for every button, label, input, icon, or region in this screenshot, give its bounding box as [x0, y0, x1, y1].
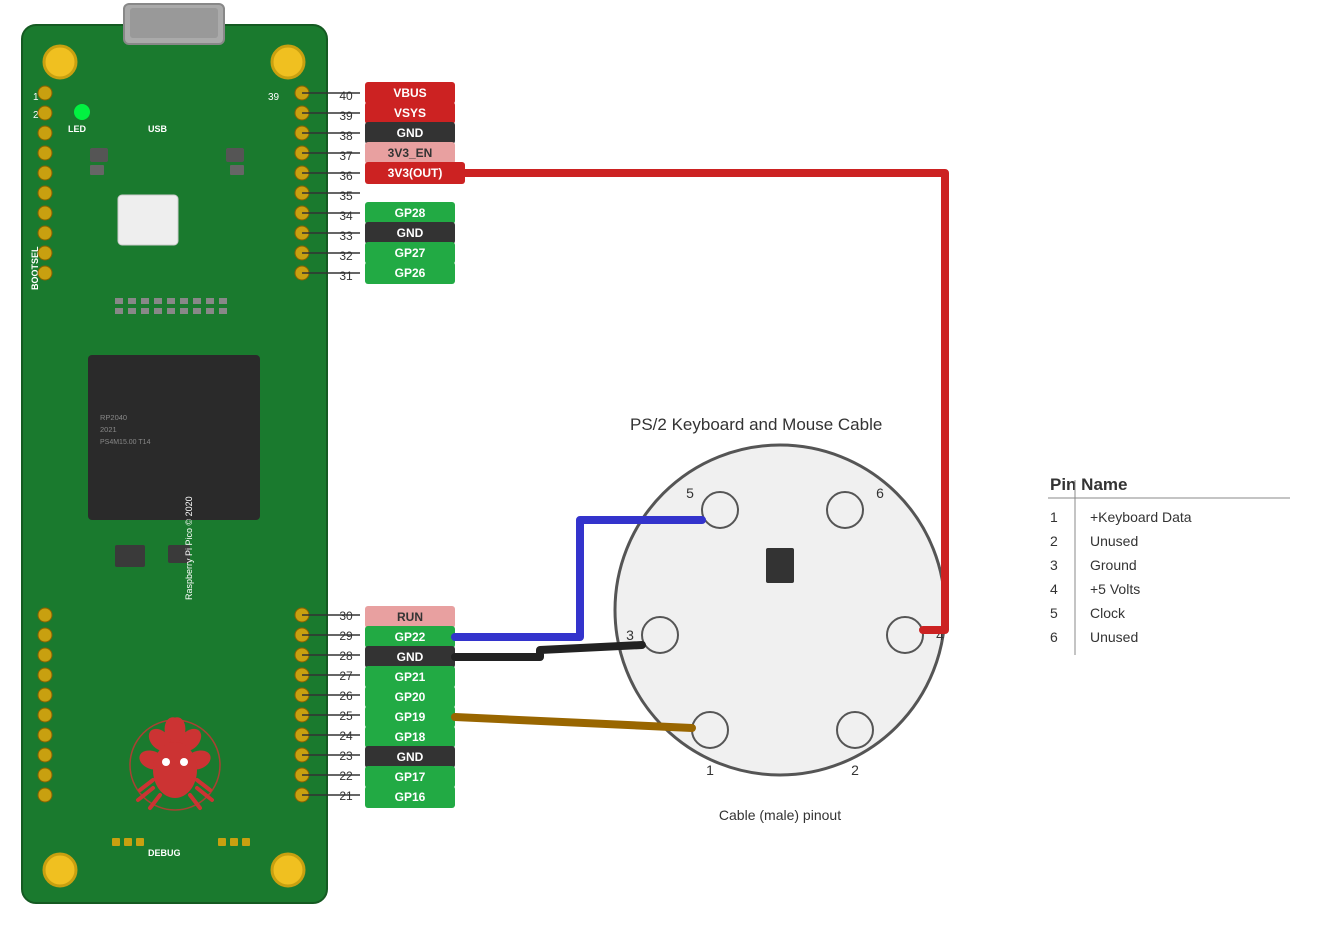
svg-text:Unused: Unused — [1090, 533, 1138, 549]
svg-text:LED: LED — [68, 124, 87, 134]
svg-text:Cable (male) pinout: Cable (male) pinout — [719, 807, 841, 823]
svg-text:GP17: GP17 — [395, 770, 426, 784]
svg-text:39: 39 — [268, 92, 280, 103]
svg-text:PS4M15.00 T14: PS4M15.00 T14 — [100, 439, 151, 446]
svg-text:1: 1 — [706, 762, 714, 778]
svg-text:RP2040: RP2040 — [100, 413, 127, 422]
svg-text:Pin Name: Pin Name — [1050, 475, 1127, 494]
svg-text:Raspberry Pi Pico © 2020: Raspberry Pi Pico © 2020 — [184, 496, 194, 600]
svg-text:25: 25 — [339, 709, 353, 723]
svg-text:29: 29 — [339, 629, 353, 643]
svg-text:6: 6 — [876, 485, 884, 501]
svg-text:1: 1 — [1050, 509, 1058, 525]
svg-text:27: 27 — [339, 669, 353, 683]
svg-text:21: 21 — [339, 789, 353, 803]
svg-text:30: 30 — [339, 609, 353, 623]
svg-text:37: 37 — [339, 149, 353, 163]
svg-text:DEBUG: DEBUG — [148, 848, 181, 858]
svg-text:Clock: Clock — [1090, 605, 1126, 621]
svg-text:RUN: RUN — [397, 610, 423, 624]
svg-text:GP27: GP27 — [395, 246, 426, 260]
svg-text:24: 24 — [339, 729, 353, 743]
svg-text:4: 4 — [1050, 581, 1058, 597]
svg-text:34: 34 — [339, 209, 353, 223]
svg-text:+Keyboard Data: +Keyboard Data — [1090, 509, 1192, 525]
svg-text:26: 26 — [339, 689, 353, 703]
svg-text:38: 38 — [339, 129, 353, 143]
svg-text:2: 2 — [851, 762, 859, 778]
svg-text:GND: GND — [397, 126, 424, 140]
svg-text:5: 5 — [686, 485, 694, 501]
svg-text:39: 39 — [339, 109, 353, 123]
svg-text:GP21: GP21 — [395, 670, 426, 684]
connector-title: PS/2 Keyboard and Mouse Cable — [630, 415, 882, 434]
svg-text:VSYS: VSYS — [394, 106, 426, 120]
svg-text:GND: GND — [397, 750, 424, 764]
svg-text:VBUS: VBUS — [393, 86, 426, 100]
svg-text:31: 31 — [339, 269, 353, 283]
svg-text:28: 28 — [339, 649, 353, 663]
svg-text:2021: 2021 — [100, 425, 117, 434]
svg-text:40: 40 — [339, 89, 353, 103]
svg-text:USB: USB — [148, 124, 168, 134]
svg-text:23: 23 — [339, 749, 353, 763]
svg-text:35: 35 — [339, 189, 353, 203]
svg-text:22: 22 — [339, 769, 353, 783]
svg-text:6: 6 — [1050, 629, 1058, 645]
svg-text:GP26: GP26 — [395, 266, 426, 280]
svg-text:2: 2 — [1050, 533, 1058, 549]
svg-text:Ground: Ground — [1090, 557, 1137, 573]
svg-text:33: 33 — [339, 229, 353, 243]
svg-text:GND: GND — [397, 226, 424, 240]
svg-text:3V3(OUT): 3V3(OUT) — [388, 166, 443, 180]
svg-text:3V3_EN: 3V3_EN — [388, 146, 433, 160]
svg-text:3: 3 — [626, 627, 634, 643]
svg-text:GP16: GP16 — [395, 790, 426, 804]
svg-text:3: 3 — [1050, 557, 1058, 573]
svg-text:5: 5 — [1050, 605, 1058, 621]
svg-text:GP22: GP22 — [395, 630, 426, 644]
svg-text:+5 Volts: +5 Volts — [1090, 581, 1140, 597]
svg-text:GP19: GP19 — [395, 710, 426, 724]
svg-text:GND: GND — [397, 650, 424, 664]
svg-text:GP18: GP18 — [395, 730, 426, 744]
svg-text:32: 32 — [339, 249, 353, 263]
svg-text:Unused: Unused — [1090, 629, 1138, 645]
svg-text:GP20: GP20 — [395, 690, 426, 704]
svg-text:36: 36 — [339, 169, 353, 183]
svg-text:GP28: GP28 — [395, 206, 426, 220]
